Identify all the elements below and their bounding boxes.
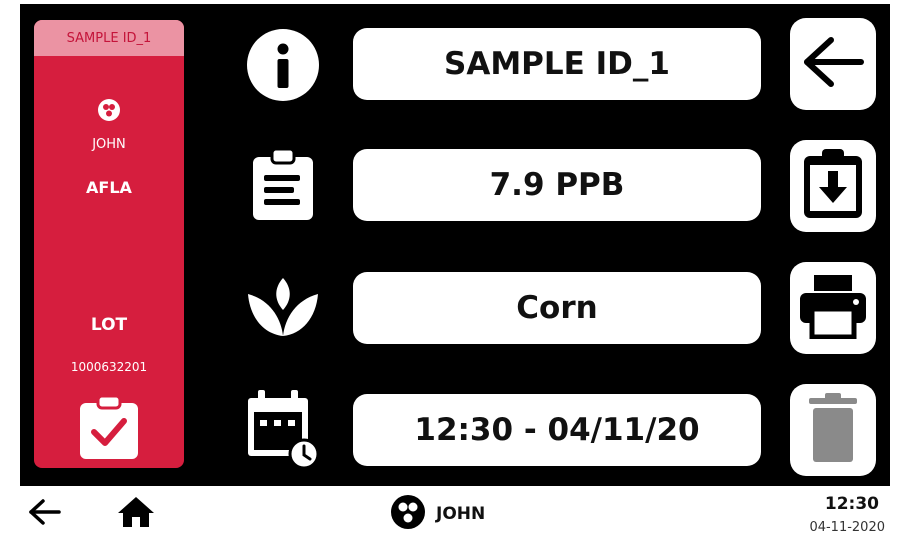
- user-badge-icon: [390, 494, 426, 534]
- screen: SAMPLE ID_1 JOHN AFLA LOT 1000632201 SAM…: [0, 0, 899, 542]
- save-report-button[interactable]: [790, 140, 876, 232]
- home-button[interactable]: [116, 496, 156, 532]
- back-arrow-icon: [27, 498, 61, 530]
- bottom-bar: JOHN 12:30 04-11-2020: [0, 486, 899, 542]
- user-badge-icon: [34, 98, 184, 124]
- sample-card-header: SAMPLE ID_1: [34, 20, 184, 56]
- print-button[interactable]: [790, 262, 876, 354]
- printer-icon: [798, 273, 868, 343]
- sample-card: SAMPLE ID_1 JOHN AFLA LOT 1000632201: [34, 20, 184, 468]
- clipboard-check-icon: [78, 394, 140, 461]
- clock-time: 12:30: [824, 494, 879, 514]
- clipboard-download-icon: [801, 147, 865, 225]
- calendar-clock-icon: [246, 390, 320, 470]
- info-icon: [246, 28, 320, 102]
- back-button[interactable]: [790, 18, 876, 110]
- delete-button[interactable]: [790, 384, 876, 476]
- main-panel: SAMPLE ID_1 JOHN AFLA LOT 1000632201 SAM…: [20, 4, 890, 486]
- current-user[interactable]: JOHN: [390, 494, 486, 534]
- current-user-name: JOHN: [436, 504, 486, 524]
- datetime-field: 12:30 - 04/11/20: [353, 394, 761, 466]
- plant-icon: [246, 270, 320, 344]
- commodity-field: Corn: [353, 272, 761, 344]
- sample-id-field: SAMPLE ID_1: [353, 28, 761, 100]
- lot-value: 1000632201: [70, 360, 148, 374]
- sample-card-analyte: AFLA: [86, 178, 132, 197]
- nav-back-button[interactable]: [24, 496, 64, 532]
- back-arrow-icon: [801, 36, 865, 92]
- home-icon: [116, 495, 156, 533]
- sample-card-user: JOHN: [92, 137, 126, 152]
- clipboard-report-icon: [246, 148, 320, 222]
- result-field: 7.9 PPB: [353, 149, 761, 221]
- lot-label: LOT: [90, 315, 128, 335]
- clock-date: 04-11-2020: [809, 520, 885, 535]
- trash-icon: [807, 392, 859, 468]
